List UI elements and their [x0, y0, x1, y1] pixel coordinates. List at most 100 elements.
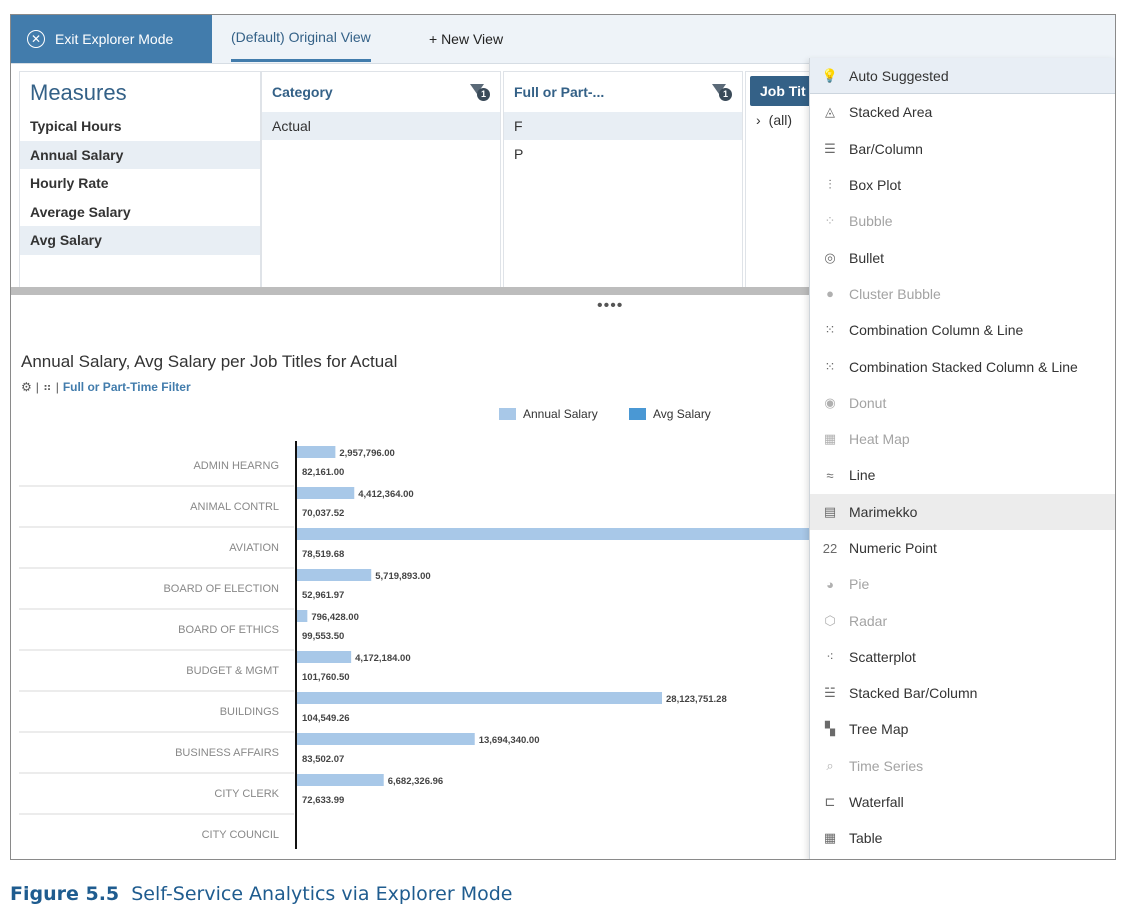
measure-item[interactable]: Typical Hours: [20, 112, 260, 141]
chart-type-label: Auto Suggested: [849, 67, 949, 84]
data-label: 796,428.00: [311, 612, 359, 623]
measure-item[interactable]: Hourly Rate: [20, 169, 260, 198]
radar-icon: ⬡: [824, 612, 836, 628]
measure-item[interactable]: Annual Salary: [20, 140, 260, 169]
chart-type-label: Radar: [849, 612, 888, 629]
data-label: 5,719,893.00: [375, 571, 430, 582]
legend-label: Annual Salary: [523, 407, 598, 421]
dimension-value[interactable]: F: [504, 112, 742, 140]
chart-type-bar-column[interactable]: ☰ Bar/Column: [810, 131, 1115, 167]
bar-annual-salary[interactable]: [297, 774, 384, 786]
dimension-value[interactable]: Actual: [262, 112, 500, 140]
measures-panel: Measures Typical Hours Annual Salary Hou…: [19, 71, 261, 288]
legend-item-annual[interactable]: Annual Salary: [499, 407, 598, 421]
data-label: 70,037.52: [302, 508, 344, 519]
tab-default-label: (Default) Original View: [231, 29, 371, 45]
data-label: 4,412,364.00: [358, 489, 413, 500]
category-label: BOARD OF ELECTION: [163, 583, 279, 595]
chart-subheader: ⚙ | ⠶ | Full or Part-Time Filter: [21, 380, 191, 394]
chart-type-table[interactable]: ▦ Table: [810, 820, 1115, 856]
bar-annual-salary[interactable]: [297, 528, 809, 540]
exit-explorer-label: Exit Explorer Mode: [55, 31, 174, 47]
chart-type-label: Bar/Column: [849, 140, 923, 157]
measure-item[interactable]: Avg Salary: [20, 226, 260, 255]
full-part-time-header[interactable]: Full or Part-... 1: [504, 72, 742, 112]
lightbulb-icon: 💡: [821, 67, 839, 83]
chart-type-label: Heat Map: [849, 431, 910, 448]
bar-annual-salary[interactable]: [297, 692, 662, 704]
data-label: 52,961.97: [302, 590, 344, 601]
bar-annual-salary[interactable]: [297, 487, 355, 499]
chart-type-label: Numeric Point: [849, 540, 937, 556]
chart-type-radar: ⬡ Radar: [810, 602, 1115, 638]
chart-type-scatterplot[interactable]: ⁖ Scatterplot: [810, 639, 1115, 675]
category-label: BUSINESS AFFAIRS: [175, 747, 279, 759]
chart-type-bubble: ⁘ Bubble: [810, 203, 1115, 239]
chart-type-label: Cluster Bubble: [849, 285, 941, 302]
chart-type-waterfall[interactable]: ⊏ Waterfall: [810, 784, 1115, 820]
category-header[interactable]: Category 1: [262, 72, 500, 112]
table-icon: ▦: [823, 830, 837, 846]
filter-icon[interactable]: 1: [712, 84, 732, 101]
bar-annual-salary[interactable]: [297, 446, 336, 458]
chart-type-label: Tree Map: [849, 721, 909, 738]
measures-title: Measures: [30, 80, 127, 105]
line-icon: ≈: [826, 467, 834, 483]
chart-type-combination-column-line[interactable]: ⁙ Combination Column & Line: [810, 312, 1115, 348]
hierarchy-icon[interactable]: ⚙: [21, 380, 32, 394]
chart-type-lightbulb[interactable]: 💡 Auto Suggested: [810, 58, 1115, 95]
tab-new-label: + New View: [429, 31, 504, 47]
filter-icon[interactable]: 1: [470, 84, 490, 101]
category-label: CITY COUNCIL: [202, 829, 279, 841]
filter-count-badge: 1: [719, 88, 732, 101]
job-titles-title: Job Tit: [760, 83, 806, 99]
bubble-icon: ⁘: [824, 213, 836, 229]
measure-item[interactable]: Average Salary: [20, 198, 260, 227]
dimension-value[interactable]: P: [504, 140, 742, 168]
chart-type-numeric-point[interactable]: 22 Numeric Point: [810, 530, 1115, 566]
separator: |: [35, 380, 39, 394]
bar-annual-salary[interactable]: [297, 610, 308, 622]
bar-column-icon: ☰: [824, 140, 836, 156]
splitter-handle-icon[interactable]: ••••: [597, 298, 623, 314]
chart-type-box-plot[interactable]: ⫶ Box Plot: [810, 167, 1115, 203]
marimekko-icon: ▤: [823, 503, 837, 519]
tab-new-view[interactable]: + New View: [429, 15, 503, 63]
chart-type-time-series: ⌕ Time Series: [810, 748, 1115, 784]
tree-map-icon: ▚: [825, 721, 835, 737]
chart-type-line[interactable]: ≈ Line: [810, 457, 1115, 493]
chart-type-bullet[interactable]: ◎ Bullet: [810, 239, 1115, 275]
chart-type-donut: ◉ Donut: [810, 385, 1115, 421]
tab-default-view[interactable]: (Default) Original View: [231, 15, 371, 62]
data-label: 78,519.68: [302, 549, 344, 560]
chevron-right-icon: ›: [756, 112, 761, 128]
numeric-point-icon: 22: [822, 540, 838, 556]
bar-annual-salary[interactable]: [297, 651, 352, 663]
separator: |: [55, 380, 59, 394]
chart-type-label: Scatterplot: [849, 648, 916, 665]
data-label: 101,760.50: [302, 672, 350, 683]
data-label: 28,123,751.28: [666, 694, 727, 705]
chart-type-marimekko[interactable]: ▤ Marimekko: [810, 493, 1115, 530]
donut-icon: ◉: [824, 394, 836, 410]
category-dimension-panel: Category 1 Actual: [261, 71, 501, 288]
chart-type-stacked-area[interactable]: ◬ Stacked Area: [810, 94, 1115, 130]
legend-swatch: [629, 408, 646, 420]
exit-explorer-button[interactable]: ✕ Exit Explorer Mode: [11, 15, 212, 63]
chart-type-combination-stacked-column-line[interactable]: ⁙ Combination Stacked Column & Line: [810, 348, 1115, 384]
chart-type-label: Waterfall: [849, 794, 904, 811]
bar-annual-salary[interactable]: [297, 569, 372, 581]
full-part-time-title: Full or Part-...: [514, 84, 605, 100]
combination-column-line-icon: ⁙: [824, 322, 836, 338]
legend-item-avg[interactable]: Avg Salary: [629, 407, 711, 421]
bar-annual-salary[interactable]: [297, 733, 475, 745]
figure-number: Figure 5.5: [10, 883, 120, 905]
chart-type-tree-map[interactable]: ▚ Tree Map: [810, 711, 1115, 747]
drill-icon[interactable]: ⠶: [43, 380, 52, 394]
filter-link[interactable]: Full or Part-Time Filter: [63, 380, 191, 394]
data-label: 104,549.26: [302, 713, 350, 724]
category-title: Category: [272, 84, 333, 100]
chart-type-stacked-bar-column[interactable]: ☱ Stacked Bar/Column: [810, 675, 1115, 711]
chart-type-label: Table: [849, 830, 883, 847]
waterfall-icon: ⊏: [824, 794, 836, 810]
